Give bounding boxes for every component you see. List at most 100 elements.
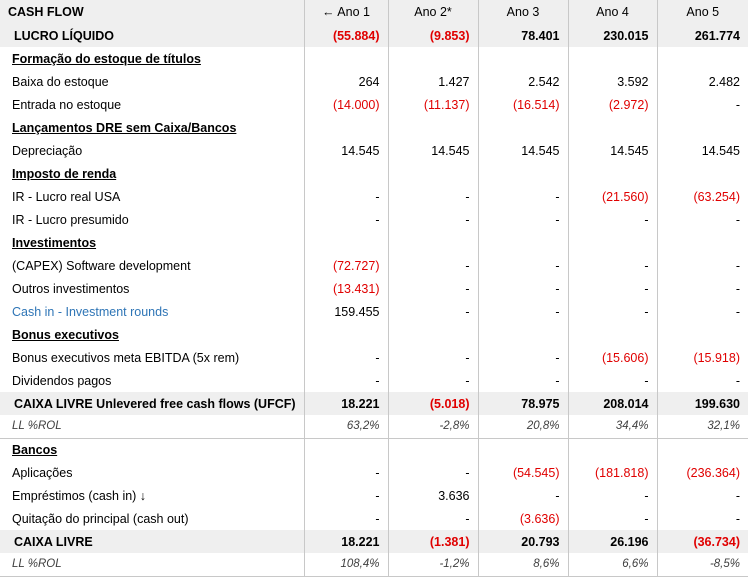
cell-ano-4: 208.014	[567, 392, 657, 415]
cell-ano-1: (14.000)	[303, 93, 388, 116]
cell-ano-4	[567, 47, 657, 70]
section-label: Formação do estoque de títulos	[12, 51, 201, 66]
cell-ano-3: -	[477, 484, 568, 507]
header-row: CASH FLOW ← Ano 1 Ano 2* Ano 3 Ano 4 Ano…	[0, 0, 748, 24]
section-header-row: Lançamentos DRE sem Caixa/Bancos	[0, 116, 748, 139]
cell-ano-2	[387, 438, 478, 461]
cell-ano-1: (13.431)	[303, 277, 388, 300]
cell-ano-2	[387, 162, 478, 185]
cell-ano-1: -	[303, 461, 388, 484]
row-label: IR - Lucro presumido	[12, 212, 129, 227]
table-row: Baixa do estoque 264 1.427 2.542 3.592 2.482	[0, 70, 748, 93]
cell-ano-3: -	[477, 346, 568, 369]
section-header-row: Investimentos	[0, 231, 748, 254]
cell-ano-1: 18.221	[303, 530, 388, 553]
row-label[interactable]: Cash in - Investment rounds	[0, 300, 304, 323]
cell-ano-3	[477, 162, 568, 185]
section-label: Bonus executivos	[12, 327, 119, 342]
cell-ano-2: -	[387, 507, 478, 530]
table-row: Depreciação 14.545 14.545 14.545 14.545 14.54…	[0, 139, 748, 162]
cell-ano-1: 264	[303, 70, 388, 93]
section-header-row: Bancos	[0, 438, 748, 461]
cell-ano-1: -	[303, 185, 388, 208]
cell-ano-2: -1,2%	[387, 553, 478, 577]
cell-ano-3: 78.401	[477, 24, 568, 47]
cell-ano-2: -2,8%	[387, 415, 478, 439]
cell-ano-5	[656, 438, 748, 461]
cell-ano-2: -	[387, 346, 478, 369]
cell-ano-5: 14.545	[656, 139, 748, 162]
section-header-row: Formação do estoque de títulos	[0, 47, 748, 70]
cell-ano-2: 14.545	[387, 139, 478, 162]
total-row: CAIXA LIVRE Unlevered free cash flows (U…	[0, 392, 748, 415]
row-label: Dividendos pagos	[12, 373, 112, 388]
cell-ano-1: -	[303, 507, 388, 530]
cell-ano-3: -	[477, 300, 568, 323]
row-label: Depreciação	[12, 143, 83, 158]
total-row: LUCRO LÍQUIDO (55.884) (9.853) 78.401 230.01…	[0, 24, 748, 47]
section-label: Imposto de renda	[12, 166, 117, 181]
cell-ano-5: -	[656, 208, 748, 231]
cell-ano-2: -	[387, 277, 478, 300]
cell-ano-2: -	[387, 461, 478, 484]
cell-ano-3: 78.975	[477, 392, 568, 415]
section-label: Lançamentos DRE sem Caixa/Bancos	[12, 120, 237, 135]
cell-ano-2: -	[387, 185, 478, 208]
row-label: Outros investimentos	[12, 281, 130, 296]
cell-ano-1	[303, 231, 388, 254]
table-row: Cash in - Investment rounds 159.455- - - -	[0, 300, 748, 323]
row-label: CAIXA LIVRE Unlevered free cash flows (U…	[0, 392, 304, 415]
cell-ano-1	[303, 47, 388, 70]
cell-ano-2: (1.381)	[387, 530, 478, 553]
table-row: Bonus executivos meta EBITDA (5x rem) - - -…	[0, 346, 748, 369]
cell-ano-2	[387, 231, 478, 254]
cell-ano-3: (16.514)	[477, 93, 568, 116]
section-header-row: Bonus executivos	[0, 323, 748, 346]
cell-ano-4: 14.545	[567, 139, 657, 162]
cell-ano-4: (15.606)	[567, 346, 657, 369]
table-title: CASH FLOW	[0, 0, 304, 24]
cell-ano-5: -	[656, 507, 748, 530]
row-label: Empréstimos (cash in) ↓	[12, 488, 147, 503]
year-header-3: Ano 3	[477, 0, 568, 24]
cell-ano-2: -	[387, 369, 478, 392]
cell-ano-5: -	[656, 254, 748, 277]
cell-ano-1: -	[303, 208, 388, 231]
cell-ano-5: (36.734)	[656, 530, 748, 553]
cell-ano-2	[387, 47, 478, 70]
cell-ano-4: 230.015	[567, 24, 657, 47]
cell-ano-1	[303, 323, 388, 346]
total-row: CAIXA LIVRE 18.221 (1.381) 20.793 26.196 (36.…	[0, 530, 748, 553]
row-label: LUCRO LÍQUIDO	[0, 24, 304, 47]
cell-ano-5	[656, 47, 748, 70]
cell-ano-2: (11.137)	[387, 93, 478, 116]
row-label: Baixa do estoque	[12, 74, 109, 89]
cell-ano-5: 199.630	[656, 392, 748, 415]
cell-ano-1	[303, 438, 388, 461]
percent-row: LL %ROL 108,4% -1,2% 8,6% 6,6% -8,5%	[0, 553, 748, 577]
cell-ano-4: 6,6%	[567, 553, 657, 577]
section-header-row: Imposto de renda	[0, 162, 748, 185]
cell-ano-5: 32,1%	[656, 415, 748, 439]
table-row: (CAPEX) Software development (72.727) - - - -	[0, 254, 748, 277]
cell-ano-4	[567, 323, 657, 346]
cell-ano-5: (63.254)	[656, 185, 748, 208]
cell-ano-1	[303, 116, 388, 139]
cell-ano-5: -	[656, 484, 748, 507]
cell-ano-5	[656, 323, 748, 346]
cell-ano-3: 2.542	[477, 70, 568, 93]
year-header-1[interactable]: ← Ano 1	[303, 0, 388, 24]
cell-ano-4	[567, 438, 657, 461]
cell-ano-3: 20,8%	[477, 415, 568, 439]
cell-ano-4: -	[567, 277, 657, 300]
cell-ano-3	[477, 323, 568, 346]
cell-ano-5: 261.774	[656, 24, 748, 47]
cell-ano-2: -	[387, 208, 478, 231]
cell-ano-1: -	[303, 346, 388, 369]
cell-ano-1: 159.455	[303, 300, 388, 323]
cell-ano-2: (9.853)	[387, 24, 478, 47]
cell-ano-1: 63,2%	[303, 415, 388, 439]
table-row: Entrada no estoque (14.000) (11.137) (16.51…	[0, 93, 748, 116]
cell-ano-4	[567, 162, 657, 185]
cell-ano-4: 34,4%	[567, 415, 657, 439]
